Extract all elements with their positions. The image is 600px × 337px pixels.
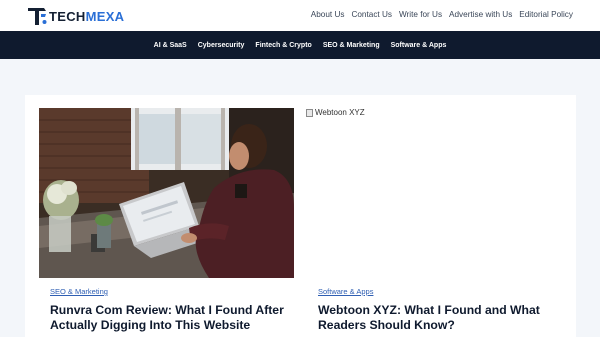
post-category-link[interactable]: SEO & Marketing xyxy=(50,287,108,296)
post-title[interactable]: Webtoon XYZ: What I Found and What Reade… xyxy=(318,303,558,333)
post-thumbnail[interactable] xyxy=(39,108,294,278)
nav-write-for-us[interactable]: Write for Us xyxy=(399,10,442,19)
nav-contact-us[interactable]: Contact Us xyxy=(351,10,392,19)
nav-advertise[interactable]: Advertise with Us xyxy=(449,10,512,19)
category-fintech-crypto[interactable]: Fintech & Crypto xyxy=(255,42,311,49)
category-seo-marketing[interactable]: SEO & Marketing xyxy=(323,42,380,49)
post-title[interactable]: Runvra Com Review: What I Found After Ac… xyxy=(50,303,290,333)
nav-about-us[interactable]: About Us xyxy=(311,10,345,19)
category-cybersecurity[interactable]: Cybersecurity xyxy=(198,42,245,49)
category-software-apps[interactable]: Software & Apps xyxy=(391,42,447,49)
post-card: SEO & Marketing Runvra Com Review: What … xyxy=(39,108,294,333)
logo-mark-icon xyxy=(28,8,47,25)
logo-text-accent: MEXA xyxy=(85,8,125,24)
top-nav: About Us Contact Us Write for Us Adverti… xyxy=(311,10,573,19)
broken-image-icon xyxy=(306,108,313,117)
category-ai-saas[interactable]: AI & SaaS xyxy=(154,42,187,49)
logo-text-main: TECH xyxy=(49,8,86,24)
post-card: Webtoon XYZ Software & Apps Webtoon XYZ:… xyxy=(306,108,561,333)
photo-man-laptop-image xyxy=(39,108,294,278)
site-header: TECHMEXA About Us Contact Us Write for U… xyxy=(0,0,600,31)
nav-editorial-policy[interactable]: Editorial Policy xyxy=(519,10,573,19)
post-grid: SEO & Marketing Runvra Com Review: What … xyxy=(25,95,576,337)
logo-text: TECHMEXA xyxy=(49,9,124,24)
site-logo[interactable]: TECHMEXA xyxy=(26,5,124,27)
post-thumbnail[interactable]: Webtoon XYZ xyxy=(306,108,561,278)
post-category-link[interactable]: Software & Apps xyxy=(318,287,373,296)
broken-image: Webtoon XYZ xyxy=(306,108,561,117)
category-nav: AI & SaaS Cybersecurity Fintech & Crypto… xyxy=(0,31,600,59)
image-alt-text: Webtoon XYZ xyxy=(315,108,365,117)
